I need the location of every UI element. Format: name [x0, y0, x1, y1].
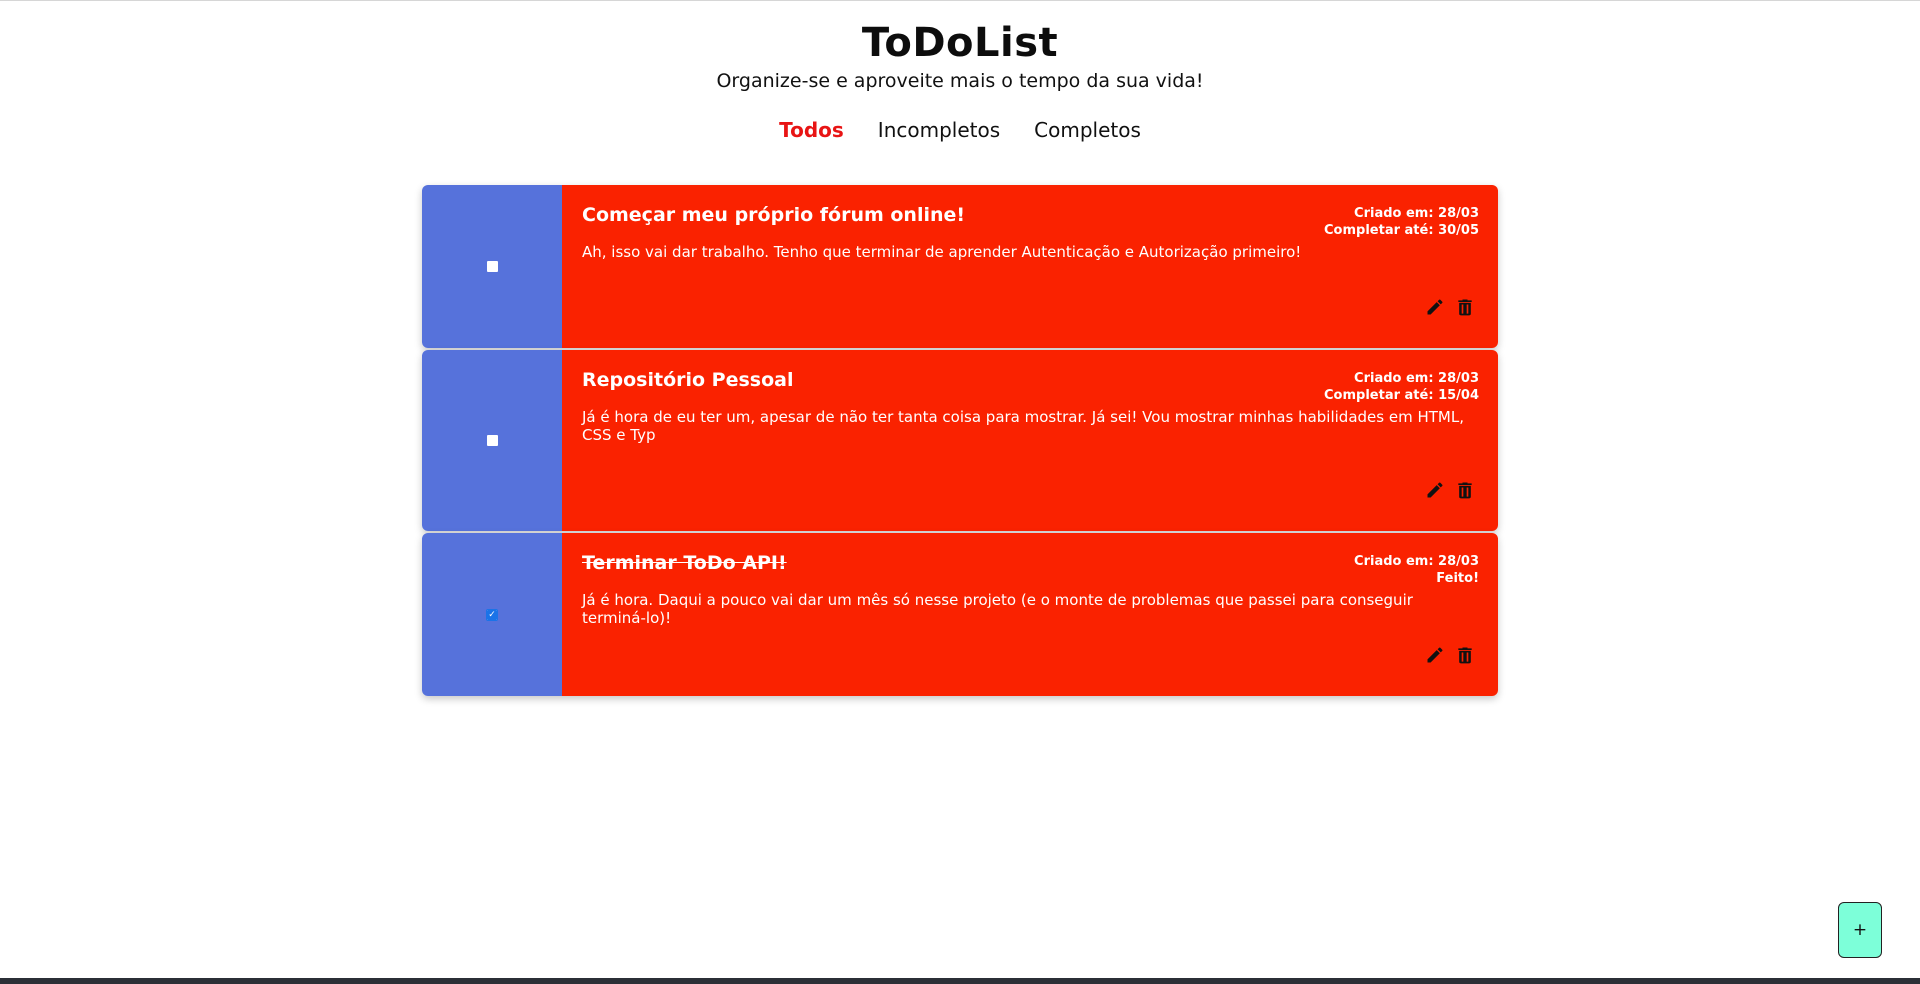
todo-list: Começar meu próprio fórum online! Criado…	[422, 185, 1498, 698]
todo-dates: Criado em: 28/03 Completar até: 15/04	[1324, 370, 1479, 404]
tab-incompletos[interactable]: Incompletos	[878, 118, 1000, 142]
todo-card: Repositório Pessoal Criado em: 28/03 Com…	[422, 350, 1498, 531]
todo-card-body: Repositório Pessoal Criado em: 28/03 Com…	[562, 350, 1498, 531]
todo-description: Ah, isso vai dar trabalho. Tenho que ter…	[582, 243, 1302, 261]
todo-actions	[1424, 296, 1476, 318]
todo-created-date: Criado em: 28/03	[1354, 371, 1479, 386]
todo-checkbox[interactable]	[486, 261, 498, 272]
todo-title: Terminar ToDo API!	[582, 552, 787, 574]
todo-actions	[1424, 644, 1476, 666]
todo-card: Começar meu próprio fórum online! Criado…	[422, 185, 1498, 348]
pencil-icon[interactable]	[1424, 644, 1446, 666]
tab-todos[interactable]: Todos	[779, 118, 844, 142]
trash-icon[interactable]	[1454, 644, 1476, 666]
pencil-icon[interactable]	[1424, 296, 1446, 318]
todo-dates: Criado em: 28/03 Feito!	[1354, 553, 1479, 587]
todo-status: Feito!	[1436, 571, 1479, 586]
todo-card-body: Começar meu próprio fórum online! Criado…	[562, 185, 1498, 348]
todo-created-date: Criado em: 28/03	[1354, 206, 1479, 221]
todo-page: ToDoList Organize-se e aproveite mais o …	[0, 0, 1920, 984]
todo-checkbox-checked[interactable]: ✓	[486, 608, 498, 621]
todo-description: Já é hora. Daqui a pouco vai dar um mês …	[582, 591, 1413, 627]
trash-icon[interactable]	[1454, 479, 1476, 501]
page-subtitle: Organize-se e aproveite mais o tempo da …	[716, 70, 1204, 92]
checkmark-icon: ✓	[487, 609, 497, 620]
pencil-icon[interactable]	[1424, 479, 1446, 501]
todo-created-date: Criado em: 28/03	[1354, 554, 1479, 569]
todo-due-date: Completar até: 15/04	[1324, 388, 1479, 403]
trash-icon[interactable]	[1454, 296, 1476, 318]
header: ToDoList Organize-se e aproveite mais o …	[0, 18, 1920, 92]
todo-dates: Criado em: 28/03 Completar até: 30/05	[1324, 205, 1479, 239]
todo-card: ✓ Terminar ToDo API! Criado em: 28/03 Fe…	[422, 533, 1498, 696]
todo-due-date: Completar até: 30/05	[1324, 223, 1479, 238]
todo-checkbox-area	[422, 185, 562, 348]
add-todo-button[interactable]: +	[1838, 902, 1882, 958]
todo-checkbox[interactable]	[486, 435, 498, 446]
todo-card-body: Terminar ToDo API! Criado em: 28/03 Feit…	[562, 533, 1498, 696]
todo-actions	[1424, 479, 1476, 501]
todo-checkbox-area	[422, 350, 562, 531]
os-taskbar	[0, 978, 1920, 984]
page-title: ToDoList	[861, 20, 1059, 66]
todo-checkbox-area: ✓	[422, 533, 562, 696]
top-border	[0, 0, 1920, 1]
tab-completos[interactable]: Completos	[1034, 118, 1141, 142]
filter-nav: Todos Incompletos Completos	[0, 118, 1920, 142]
todo-description: Já é hora de eu ter um, apesar de não te…	[582, 408, 1464, 444]
